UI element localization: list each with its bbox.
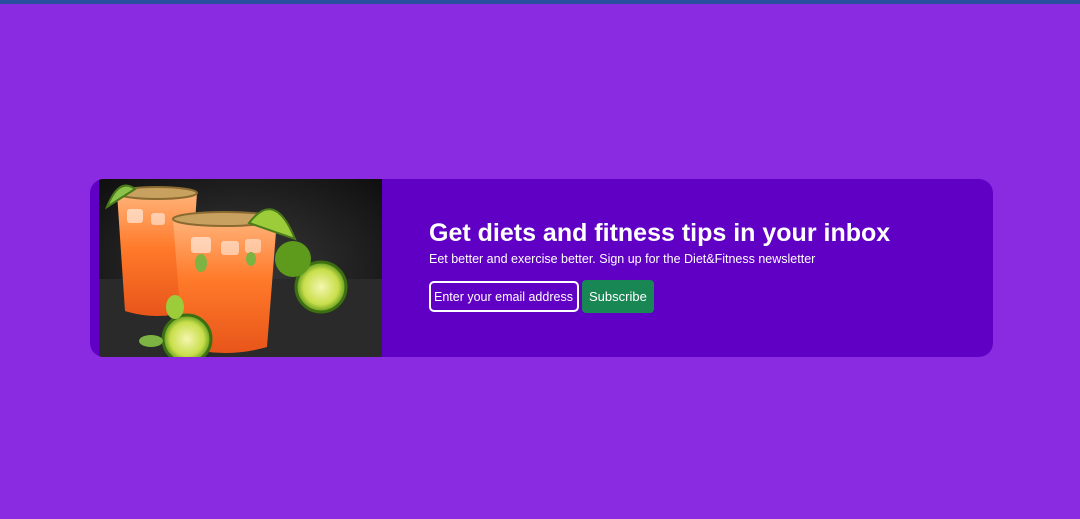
email-input[interactable] [429,281,579,312]
drinks-photo [99,179,382,357]
newsletter-content: Get diets and fitness tips in your inbox… [429,217,969,313]
subscribe-form: Subscribe [429,280,969,313]
newsletter-headline: Get diets and fitness tips in your inbox [429,219,891,247]
subscribe-button[interactable]: Subscribe [582,280,654,313]
newsletter-subtext: Eet better and exercise better. Sign up … [429,252,816,266]
newsletter-card: Get diets and fitness tips in your inbox… [90,179,993,357]
top-bar [0,0,1080,4]
